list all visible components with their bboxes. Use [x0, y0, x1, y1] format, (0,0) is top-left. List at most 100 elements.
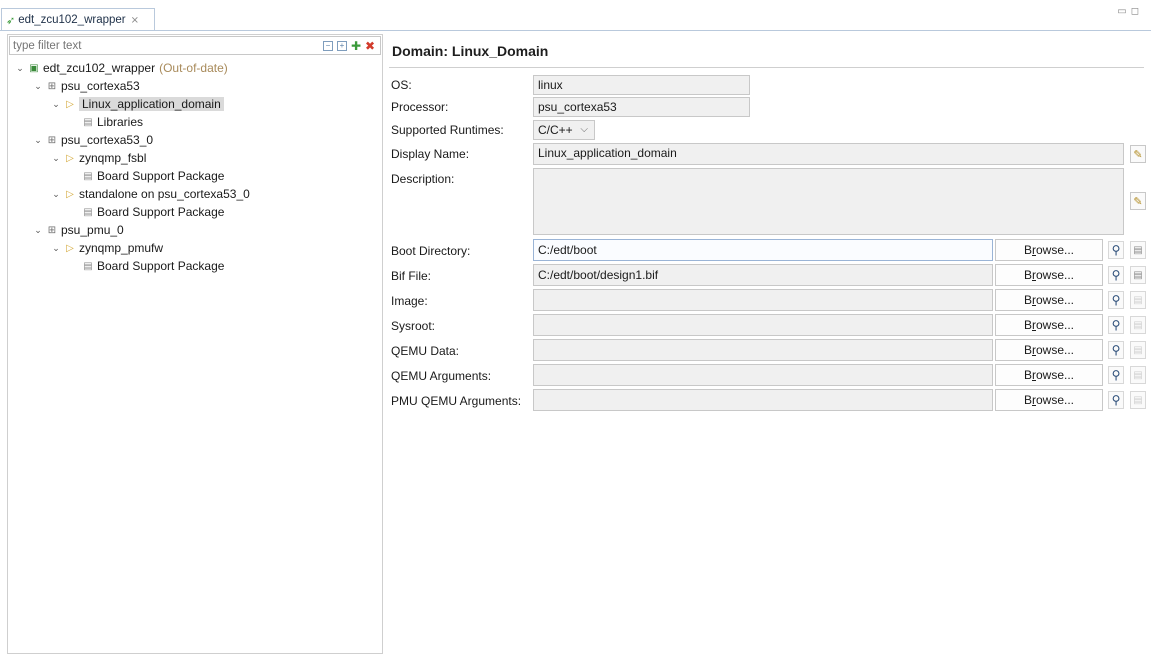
- tree-node[interactable]: ▤ Board Support Package: [8, 203, 382, 221]
- path-label: PMU QEMU Arguments:: [391, 394, 522, 408]
- project-icon: ▣: [29, 62, 39, 74]
- filter-bar: − + ✚ ✖: [9, 36, 381, 55]
- description-label: Description:: [391, 172, 455, 186]
- add-icon[interactable]: ✚: [351, 40, 361, 52]
- path-label: Sysroot:: [391, 319, 436, 333]
- path-field[interactable]: C:/edt/boot/design1.bif: [533, 264, 993, 286]
- domain-folder-icon: ▷: [66, 188, 74, 200]
- browse-label: B: [1023, 343, 1032, 357]
- edit-pencil-icon[interactable]: ✎: [1130, 145, 1146, 163]
- browse-label: owse...: [1036, 368, 1075, 382]
- path-field[interactable]: [533, 339, 993, 361]
- path-label: QEMU Data:: [391, 344, 460, 358]
- path-field[interactable]: [533, 314, 993, 336]
- tree-node-label: Linux_application_domain: [79, 97, 224, 111]
- search-icon[interactable]: ⚲: [1108, 291, 1124, 309]
- path-field[interactable]: C:/edt/boot: [533, 239, 993, 261]
- processor-icon: ⊞: [47, 80, 57, 92]
- clear-icon[interactable]: ▤: [1130, 391, 1146, 409]
- description-field[interactable]: [533, 168, 1124, 235]
- chevron-down-icon[interactable]: ⌄: [33, 81, 43, 92]
- platform-tree: ⌄ ▣ edt_zcu102_wrapper (Out-of-date) ⌄ ⊞ psu_c…: [8, 59, 382, 275]
- close-icon[interactable]: ⨯: [131, 15, 139, 26]
- browse-label: B: [1023, 268, 1032, 282]
- library-icon: ▤: [83, 260, 93, 272]
- path-label: QEMU Arguments:: [391, 369, 492, 383]
- search-icon[interactable]: ⚲: [1108, 391, 1124, 409]
- tree-node[interactable]: ⌄ ⊞ psu_cortexa53_0: [8, 131, 382, 149]
- browse-label: owse...: [1036, 318, 1075, 332]
- domain-folder-icon: ▷: [66, 242, 74, 254]
- search-icon[interactable]: ⚲: [1108, 241, 1124, 259]
- tree-node[interactable]: ▤ Board Support Package: [8, 167, 382, 185]
- clear-icon[interactable]: ▤: [1130, 266, 1146, 284]
- tree-node-label: Libraries: [97, 115, 144, 129]
- browse-button[interactable]: Browse...: [995, 389, 1103, 411]
- search-icon[interactable]: ⚲: [1108, 366, 1124, 384]
- path-field[interactable]: [533, 289, 993, 311]
- browse-button[interactable]: Browse...: [995, 339, 1103, 361]
- chevron-down-icon[interactable]: ⌄: [51, 99, 61, 110]
- os-label: OS:: [391, 78, 412, 92]
- tree-node[interactable]: ⌄ ▷ Linux_application_domain: [8, 95, 382, 113]
- tree-node-label: psu_pmu_0: [61, 223, 124, 237]
- processor-icon: ⊞: [47, 224, 57, 236]
- processor-label: Processor:: [391, 100, 449, 114]
- editor-tab[interactable]: ➶ edt_zcu102_wrapper ⨯: [1, 8, 155, 31]
- tree-node-label: Board Support Package: [97, 259, 225, 273]
- editor-tab-bar: ➶ edt_zcu102_wrapper ⨯ ▭◻: [0, 0, 1151, 31]
- path-field[interactable]: [533, 364, 993, 386]
- tree-node[interactable]: ⌄ ▷ zynqmp_fsbl: [8, 149, 382, 167]
- platform-explorer-panel: − + ✚ ✖ ⌄ ▣ edt_zcu102_wrapper(Out-of-date…: [7, 34, 383, 654]
- browse-button[interactable]: Browse...: [995, 364, 1103, 386]
- browse-button[interactable]: Browse...: [995, 289, 1103, 311]
- clear-icon[interactable]: ▤: [1130, 316, 1146, 334]
- maximize-icon[interactable]: ◻: [1131, 6, 1143, 17]
- search-icon[interactable]: ⚲: [1108, 316, 1124, 334]
- domain-folder-icon: ▷: [66, 152, 74, 164]
- tree-node[interactable]: ⌄ ⊞ psu_cortexa53: [8, 77, 382, 95]
- runtimes-select-value: C/C++: [538, 123, 573, 137]
- filter-toolbar: − + ✚ ✖: [323, 40, 380, 52]
- chevron-down-icon[interactable]: ⌄: [51, 189, 61, 200]
- browse-label: B: [1023, 243, 1032, 257]
- browse-label: B: [1023, 393, 1032, 407]
- runtimes-label: Supported Runtimes:: [391, 123, 504, 137]
- search-icon[interactable]: ⚲: [1108, 266, 1124, 284]
- runtimes-select[interactable]: C/C++ ⌵: [533, 120, 595, 140]
- tree-node[interactable]: ⌄ ⊞ psu_pmu_0: [8, 221, 382, 239]
- tree-node[interactable]: ⌄ ▷ standalone on psu_cortexa53_0: [8, 185, 382, 203]
- filter-input[interactable]: [10, 37, 323, 54]
- browse-label: owse...: [1036, 268, 1075, 282]
- minimize-icon[interactable]: ▭: [1117, 6, 1130, 17]
- chevron-down-icon[interactable]: ⌄: [51, 153, 61, 164]
- tree-node[interactable]: ▤ Board Support Package: [8, 257, 382, 275]
- display-name-field[interactable]: Linux_application_domain: [533, 143, 1124, 165]
- remove-icon[interactable]: ✖: [365, 40, 375, 52]
- path-field[interactable]: [533, 389, 993, 411]
- editor-tab-title: edt_zcu102_wrapper: [18, 14, 126, 26]
- clear-icon[interactable]: ▤: [1130, 291, 1146, 309]
- tree-node-label: edt_zcu102_wrapper: [43, 61, 156, 75]
- chevron-down-icon[interactable]: ⌄: [33, 225, 43, 236]
- clear-icon[interactable]: ▤: [1130, 241, 1146, 259]
- tree-node[interactable]: ⌄ ▷ zynqmp_pmufw: [8, 239, 382, 257]
- tree-node[interactable]: ▤ Libraries: [8, 113, 382, 131]
- domain-folder-icon: ▷: [66, 98, 74, 110]
- browse-button[interactable]: Browse...: [995, 264, 1103, 286]
- chevron-down-icon[interactable]: ⌄: [15, 63, 25, 74]
- clear-icon[interactable]: ▤: [1130, 341, 1146, 359]
- collapse-all-icon[interactable]: −: [323, 40, 333, 51]
- search-icon[interactable]: ⚲: [1108, 341, 1124, 359]
- chevron-down-icon: ⌵: [580, 124, 588, 135]
- expand-all-icon[interactable]: +: [337, 40, 347, 51]
- edit-pencil-icon[interactable]: ✎: [1130, 192, 1146, 210]
- chevron-down-icon[interactable]: ⌄: [33, 135, 43, 146]
- tree-node[interactable]: ⌄ ▣ edt_zcu102_wrapper (Out-of-date): [8, 59, 382, 77]
- clear-icon[interactable]: ▤: [1130, 366, 1146, 384]
- browse-button[interactable]: Browse...: [995, 314, 1103, 336]
- browse-label: B: [1023, 368, 1032, 382]
- browse-button[interactable]: Browse...: [995, 239, 1103, 261]
- domain-editor: Domain: Linux_Domain OS: linux Processor…: [384, 31, 1151, 658]
- chevron-down-icon[interactable]: ⌄: [51, 243, 61, 254]
